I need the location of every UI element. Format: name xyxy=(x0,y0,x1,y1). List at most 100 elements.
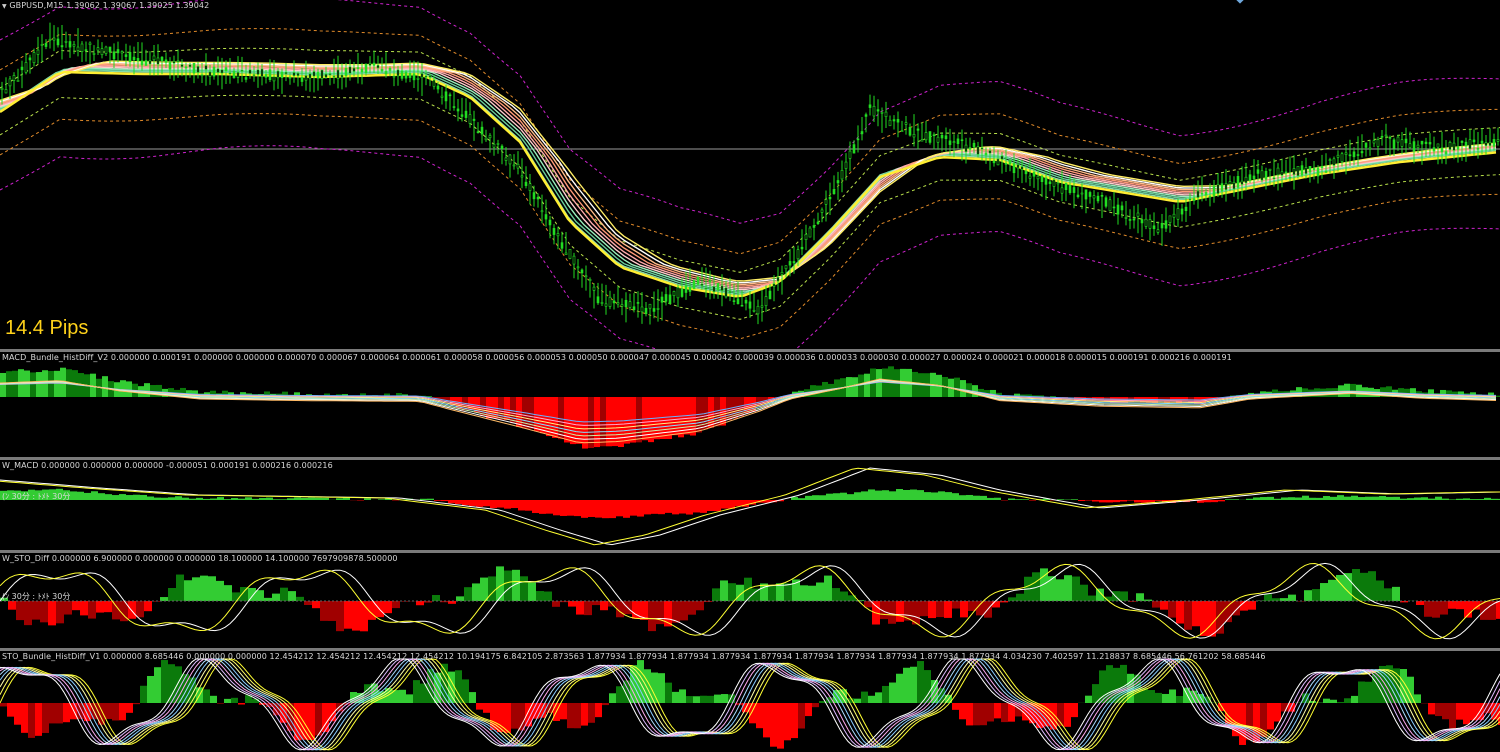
mtf-hist-bar xyxy=(987,497,994,500)
sto-diff-bar xyxy=(56,601,64,624)
candle-body xyxy=(1148,219,1152,229)
main-chart-pane[interactable]: ▼ GBPUSD,M15 1.39062 1.39067 1.39025 1.3… xyxy=(0,0,1500,349)
candle-body xyxy=(1368,147,1372,150)
sto-bundle-bar xyxy=(812,703,819,708)
mtf-hist-bar xyxy=(441,500,448,502)
sto-diff-bar xyxy=(1312,589,1320,601)
sto-diff-bar xyxy=(840,591,848,601)
candle-body xyxy=(208,71,212,77)
mtf-hist-bar xyxy=(266,497,273,500)
candle-body xyxy=(1244,176,1248,184)
candle-body xyxy=(556,233,560,237)
candle-body xyxy=(1136,212,1140,217)
sto-diff-bar xyxy=(1344,573,1352,601)
pane-separator[interactable] xyxy=(0,349,1500,352)
sto-diff-bar xyxy=(208,576,216,601)
candle-body xyxy=(680,288,684,297)
candle-body xyxy=(236,72,240,78)
sto-bundle-bar xyxy=(721,694,728,703)
candle-body xyxy=(488,135,492,139)
sto-bundle-bar xyxy=(28,703,35,738)
candle-body xyxy=(1232,181,1236,190)
candle-body xyxy=(1300,165,1304,176)
mtf-hist-bar xyxy=(1246,498,1253,500)
candle-body xyxy=(868,104,872,108)
candle-body xyxy=(12,75,16,81)
sto-bundle-pane[interactable]: STO_Bundle_HistDiff_V1 0.000000 8.685446… xyxy=(0,651,1500,752)
mtf-hist-bar xyxy=(973,495,980,500)
sto-diff-bar xyxy=(1192,601,1200,627)
macd-bundle-pane[interactable]: MACD_Bundle_HistDiff_V2 0.000000 0.00019… xyxy=(0,352,1500,457)
mtf-hist-bar xyxy=(1463,498,1470,500)
candle-body xyxy=(1012,163,1016,174)
sto-bundle-bar xyxy=(105,703,112,719)
sto-bundle-bar xyxy=(231,697,238,703)
candle-body xyxy=(1016,164,1020,169)
candle-body xyxy=(1448,142,1452,150)
mtf-hist-bar xyxy=(1253,497,1260,500)
candle-body xyxy=(1236,176,1240,188)
candle-body xyxy=(404,71,408,79)
candle-body xyxy=(648,303,652,309)
sto-diff-bar xyxy=(1008,597,1016,601)
candle-body xyxy=(352,67,356,72)
candle-body xyxy=(320,69,324,79)
candle-body xyxy=(484,137,488,141)
mtf-hist-bar xyxy=(1302,495,1309,500)
candle-body xyxy=(592,286,596,291)
mtf-hist-bar xyxy=(1428,498,1435,500)
candle-body xyxy=(732,300,736,302)
sto-diff-bar xyxy=(8,601,16,610)
candle-body xyxy=(396,69,400,77)
candle-body xyxy=(356,67,360,69)
triangle-down-icon[interactable]: ▼ xyxy=(2,3,7,10)
candle-body xyxy=(784,265,788,270)
pane-separator[interactable] xyxy=(0,550,1500,553)
sto-diff-bar xyxy=(304,601,312,605)
pane-separator[interactable] xyxy=(0,457,1500,460)
sto-diff-bar xyxy=(288,591,296,601)
candle-body xyxy=(1116,204,1120,215)
mtf-hist-bar xyxy=(798,498,805,500)
candle-body xyxy=(112,51,116,60)
mtf-hist-bar xyxy=(840,492,847,500)
candle-body xyxy=(688,286,692,292)
candle-body xyxy=(280,71,284,79)
mtf-hist-bar xyxy=(259,498,266,500)
macd-hist-bar xyxy=(858,374,864,397)
candle-body xyxy=(944,135,948,139)
candle-body xyxy=(1376,139,1380,147)
sto-diff-bar xyxy=(824,575,832,601)
sto-bundle-bar xyxy=(1337,702,1344,703)
mtf-hist-bar xyxy=(1127,500,1134,501)
mtf-macd-label: W_MACD 0.000000 0.000000 0.000000 -0.000… xyxy=(2,461,333,470)
mtf-macd-pane[interactable]: W_MACD 0.000000 0.000000 0.000000 -0.000… xyxy=(0,460,1500,550)
candle-body xyxy=(608,296,612,307)
sto-diff-bar xyxy=(1336,574,1344,601)
candle-body xyxy=(1360,151,1364,154)
candle-body xyxy=(840,170,844,180)
macd-hist-bar xyxy=(90,373,96,397)
mtf-signal-line xyxy=(0,467,1500,546)
mtf-hist-bar xyxy=(119,494,126,500)
pane-separator[interactable] xyxy=(0,648,1500,651)
candle-body xyxy=(1428,142,1432,145)
sto-bundle-bar xyxy=(217,703,224,704)
candle-body xyxy=(1380,135,1384,138)
candle-body xyxy=(620,304,624,307)
sto-diff-pane[interactable]: W_STO_Diff 0.000000 6.900000 0.000000 0.… xyxy=(0,553,1500,648)
mtf-hist-bar xyxy=(931,492,938,500)
mtf-hist-bar xyxy=(217,497,224,500)
mtf-hist-bar xyxy=(1470,499,1477,500)
mtf-hist-bar xyxy=(588,500,595,517)
candle-body xyxy=(92,53,96,55)
mtf-hist-bar xyxy=(882,490,889,500)
candle-body xyxy=(256,69,260,75)
sto-bundle-bar xyxy=(777,703,784,749)
sto-bundle-bar xyxy=(714,694,721,703)
candle-body xyxy=(48,38,52,41)
mtf-hist-bar xyxy=(1372,496,1379,500)
mtf-hist-bar xyxy=(553,500,560,516)
sto-diff-bar xyxy=(592,601,600,606)
mtf-hist-bar xyxy=(903,489,910,500)
